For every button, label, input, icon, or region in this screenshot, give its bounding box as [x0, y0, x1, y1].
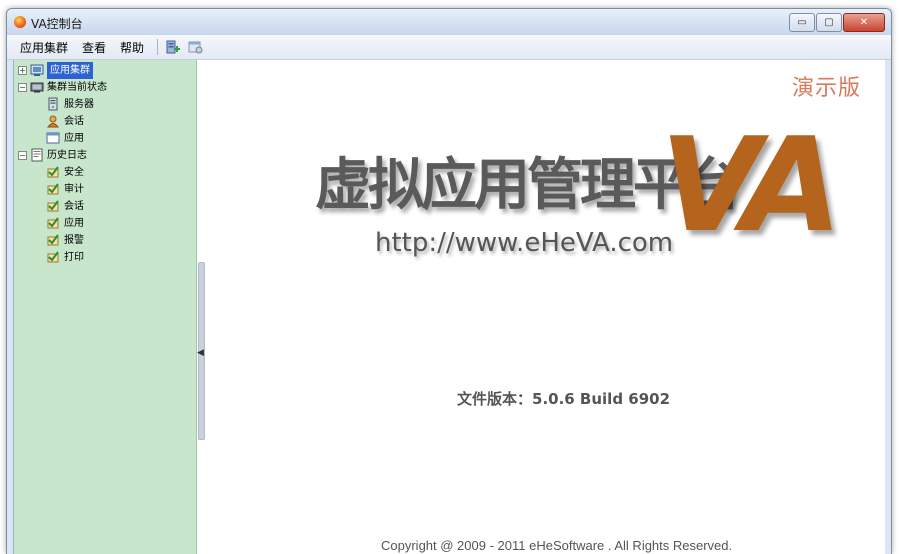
tree-item-label: 会话 — [64, 201, 84, 212]
cluster-icon — [30, 63, 44, 77]
menu-app-cluster[interactable]: 应用集群 — [13, 39, 75, 56]
log-entry-icon — [46, 233, 60, 247]
menu-help[interactable]: 帮助 — [113, 39, 151, 56]
tree-item-label: 应用集群 — [47, 62, 93, 79]
tree-item-label: 安全 — [64, 167, 84, 178]
restore-button[interactable]: ▢ — [816, 13, 842, 32]
tree-item[interactable]: 会话 — [14, 198, 196, 215]
log-entry-icon — [46, 216, 60, 230]
menu-bar: 应用集群 查看 帮助 — [7, 35, 891, 60]
tree-item[interactable]: 安全 — [14, 164, 196, 181]
log-entry-icon — [46, 182, 60, 196]
server-icon — [46, 97, 60, 111]
log-entry-icon — [46, 199, 60, 213]
panel-splitter[interactable]: ◀ — [197, 60, 205, 554]
window-title: VA控制台 — [31, 17, 83, 31]
copyright-text: Copyright @ 2009 - 2011 eHeSoftware . Al… — [381, 538, 733, 553]
log-entry-icon — [46, 165, 60, 179]
tree-item[interactable]: − 历史日志 — [14, 147, 196, 164]
log-entry-icon — [46, 250, 60, 264]
collapse-icon[interactable]: − — [18, 151, 27, 160]
close-button[interactable]: ✕ — [843, 13, 885, 32]
demo-version-badge: 演示版 — [791, 76, 861, 101]
tree-item[interactable]: 打印 — [14, 249, 196, 266]
tree-item-label: 历史日志 — [47, 150, 87, 161]
tree-item[interactable]: 应用 — [14, 215, 196, 232]
collapse-left-icon[interactable]: ◀ — [197, 348, 204, 358]
session-icon — [46, 114, 60, 128]
navigation-tree-panel: + 应用集群 − 集群当前状态 服务器 会话 应用 − 历史日志 安全 审计 会话 应用 报警 打印 — [14, 60, 197, 554]
file-version-text: 文件版本：5.0.6 Build 6902 — [457, 390, 671, 408]
monitor-icon — [30, 80, 44, 94]
tree-item[interactable]: + 应用集群 — [14, 62, 196, 79]
tree-item[interactable]: 报警 — [14, 232, 196, 249]
va-logo: VA — [660, 109, 842, 261]
add-server-icon[interactable] — [164, 38, 182, 56]
properties-icon[interactable] — [186, 38, 204, 56]
tree-item-label: 服务器 — [64, 99, 94, 110]
tree-item[interactable]: 会话 — [14, 113, 196, 130]
main-panel: 演示版 虚拟应用管理平台 VA http://www.eHeVA.com 文件版… — [205, 60, 885, 554]
tree-item[interactable]: − 集群当前状态 — [14, 79, 196, 96]
tree-item-label: 集群当前状态 — [47, 82, 107, 93]
expand-icon[interactable]: + — [18, 66, 27, 75]
tree-item-label: 打印 — [64, 252, 84, 263]
menu-view[interactable]: 查看 — [75, 39, 113, 56]
tree-item-label: 审计 — [64, 184, 84, 195]
tree-item-label: 应用 — [64, 218, 84, 229]
product-url: http://www.eHeVA.com — [375, 228, 674, 258]
toolbar-separator — [157, 39, 159, 55]
title-bar[interactable]: VA控制台 ▭ ▢ ✕ — [7, 9, 891, 35]
tree-item-label: 报警 — [64, 235, 84, 246]
collapse-icon[interactable]: − — [18, 83, 27, 92]
app-logo-icon — [14, 16, 26, 28]
tree-item-label: 会话 — [64, 116, 84, 127]
application-icon — [46, 131, 60, 145]
log-book-icon — [30, 148, 44, 162]
tree-item-label: 应用 — [64, 133, 84, 144]
minimize-button[interactable]: ▭ — [789, 13, 815, 32]
content-area: + 应用集群 − 集群当前状态 服务器 会话 应用 − 历史日志 安全 审计 会话 应用 报警 打印 ◀ 演… — [13, 60, 885, 554]
tree-item[interactable]: 应用 — [14, 130, 196, 147]
tree-item[interactable]: 服务器 — [14, 96, 196, 113]
app-window: VA控制台 ▭ ▢ ✕ 应用集群 查看 帮助 + 应用集群 − 集群当前状态 服… — [6, 8, 892, 554]
tree-item[interactable]: 审计 — [14, 181, 196, 198]
navigation-tree: + 应用集群 − 集群当前状态 服务器 会话 应用 − 历史日志 安全 审计 会话 应用 报警 打印 — [14, 62, 196, 266]
